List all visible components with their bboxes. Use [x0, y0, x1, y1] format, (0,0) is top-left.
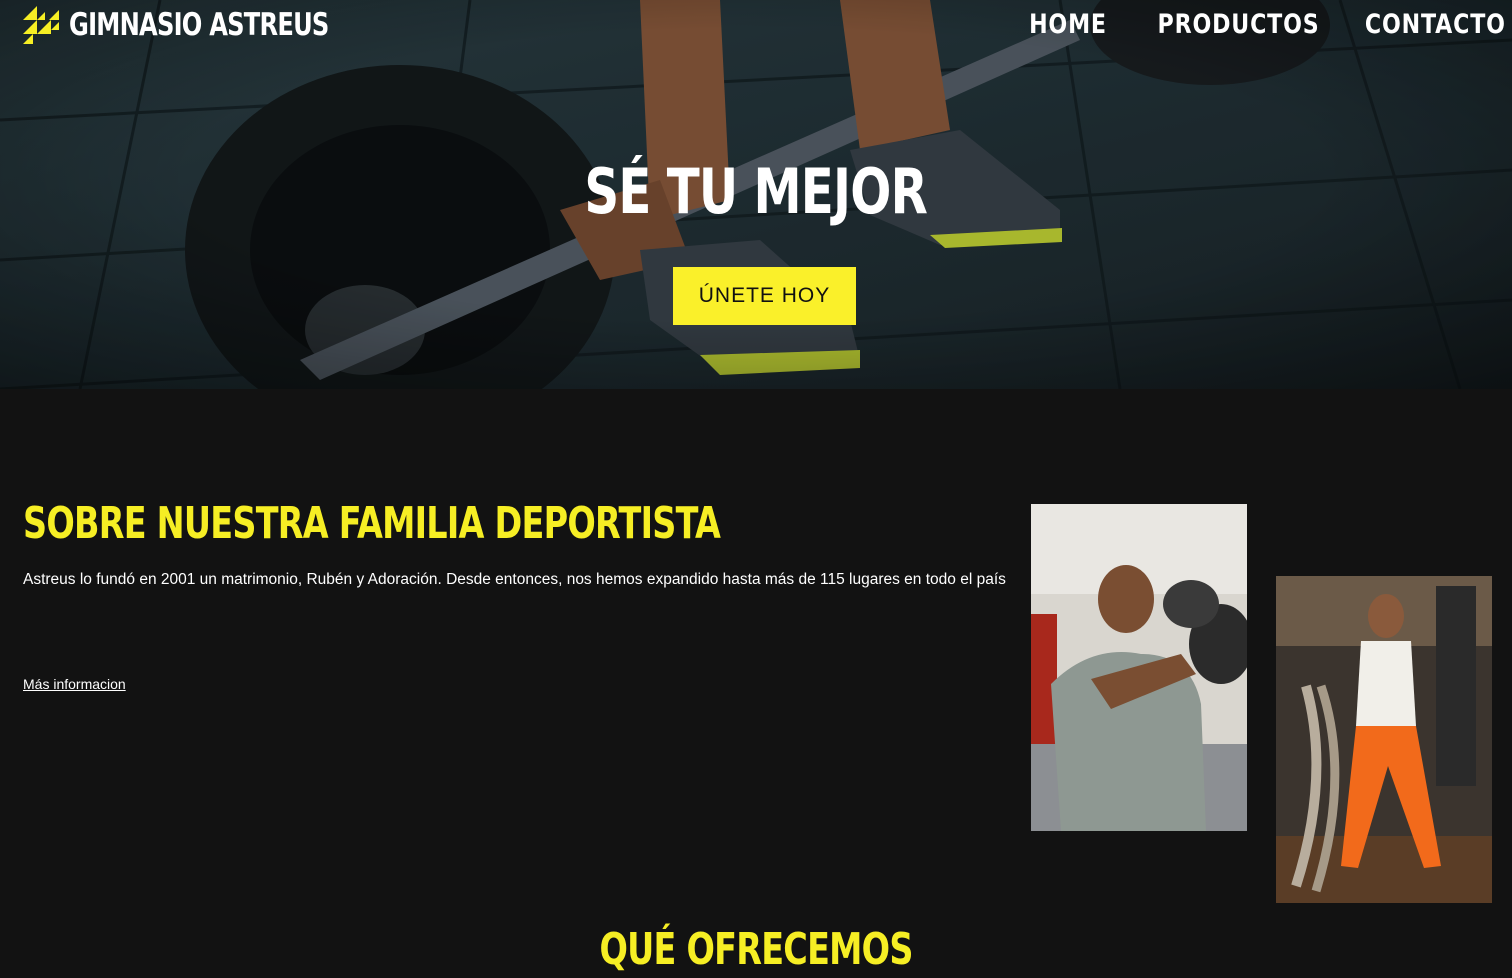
brand-name: GIMNASIO ASTREUS: [69, 7, 329, 43]
hero-section: GIMNASIO ASTREUS HOME PRODUCTOS CONTACTO…: [0, 0, 1512, 389]
battle-ropes-image: [1276, 576, 1492, 903]
boxing-trainer-image: [1031, 504, 1247, 831]
more-info-link[interactable]: Más informacion: [23, 676, 126, 692]
about-text: Astreus lo fundó en 2001 un matrimonio, …: [23, 571, 1006, 588]
offer-title: QUÉ OFRECEMOS: [0, 922, 1512, 978]
offer-title-text: QUÉ OFRECEMOS: [599, 924, 913, 975]
hero-title-text: SÉ TU MEJOR: [584, 155, 929, 228]
nav-productos[interactable]: PRODUCTOS: [1157, 8, 1319, 42]
stair-triangles-logo-icon: [23, 6, 59, 44]
nav-home[interactable]: HOME: [1029, 8, 1107, 42]
battle-ropes-photo: [1276, 576, 1492, 903]
nav-contacto[interactable]: CONTACTO: [1365, 8, 1506, 42]
main-nav: HOME PRODUCTOS CONTACTO: [1012, 8, 1506, 42]
brand[interactable]: GIMNASIO ASTREUS: [23, 6, 402, 44]
about-title: SOBRE NUESTRA FAMILIA DEPORTISTA: [23, 498, 721, 549]
boxing-trainer-photo: [1031, 504, 1247, 831]
hero-title: SÉ TU MEJOR: [0, 152, 1512, 232]
join-today-button[interactable]: ÚNETE HOY: [673, 267, 856, 325]
